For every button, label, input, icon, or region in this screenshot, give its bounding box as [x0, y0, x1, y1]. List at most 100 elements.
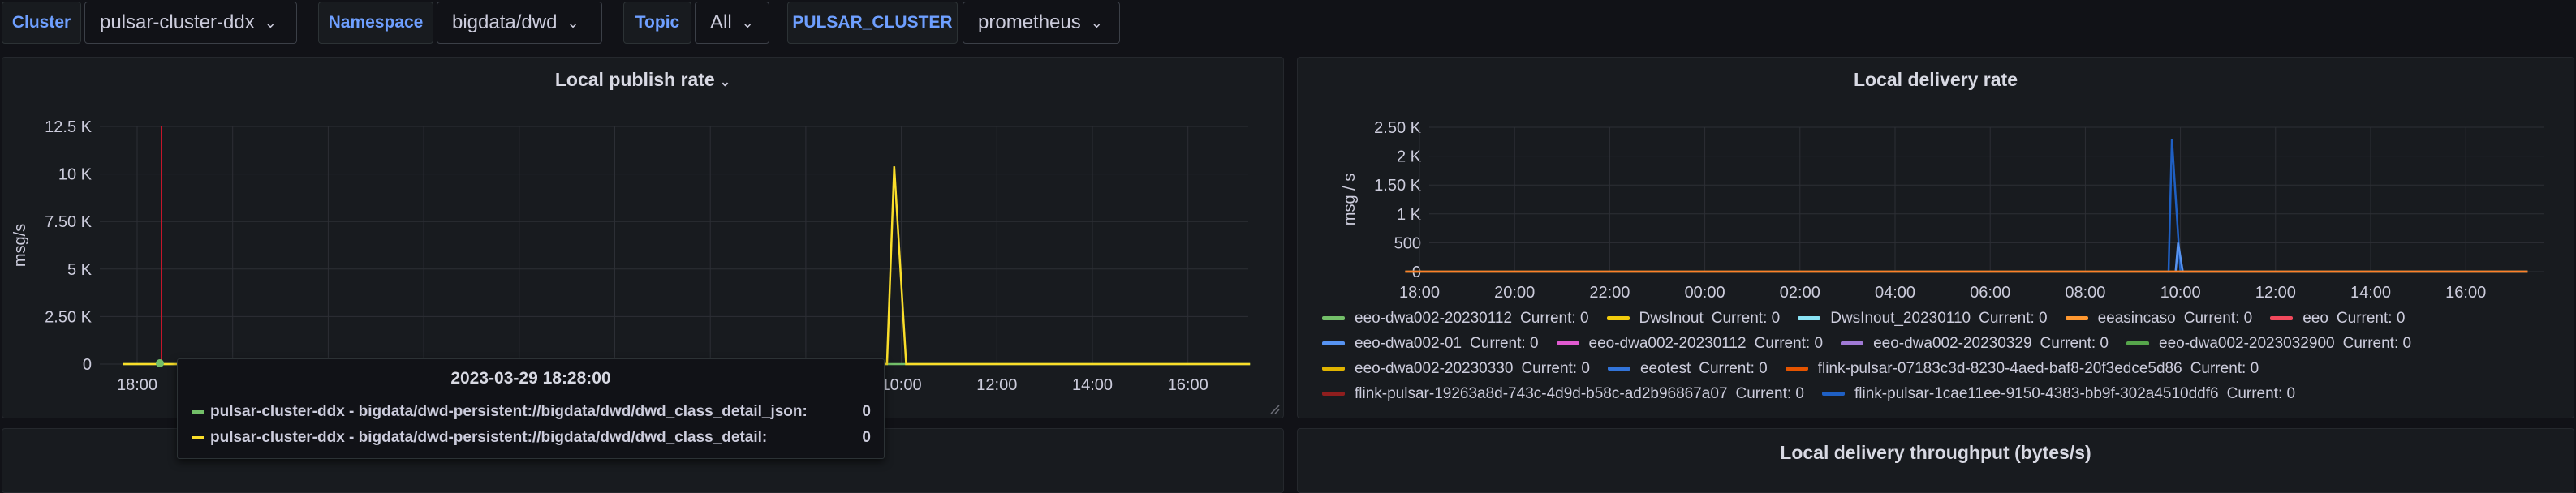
legend-current-value: Current: 0 [1470, 334, 1539, 352]
panel-delivery-throughput: Local delivery throughput (bytes/s) [1297, 428, 2574, 493]
legend-item[interactable]: eeo-dwa002-20230112 Current: 0 [1322, 310, 1589, 328]
pulsar-cluster-select[interactable]: prometheus ⌄ [963, 2, 1120, 44]
x-tick-label: 06:00 [1970, 284, 2010, 301]
legend-swatch [1322, 367, 1345, 371]
resize-handle-icon[interactable] [1269, 403, 1280, 414]
legend-item[interactable]: flink-pulsar-1cae11ee-9150-4383-bb9f-302… [1822, 385, 2295, 403]
legend-item[interactable]: flink-pulsar-07183c3d-8230-4aed-baf8-20f… [1785, 359, 2259, 378]
y-axis-label: msg / s [1341, 174, 1359, 225]
x-tick-label: 16:00 [1168, 376, 1208, 394]
x-tick-label: 16:00 [2445, 284, 2486, 301]
topic-select-value: All [710, 11, 732, 33]
legend-item[interactable]: eeo-dwa002-20230112 Current: 0 [1556, 334, 1824, 353]
y-tick-label: 2.50 K [45, 308, 92, 326]
y-tick-label: 1.50 K [1374, 177, 1421, 195]
legend-item[interactable]: eeo-dwa002-2023032900 Current: 0 [2126, 335, 2411, 353]
legend-item[interactable]: flink-pulsar-19263a8d-743c-4d9d-b58c-ad2… [1322, 385, 1804, 403]
legend-item[interactable]: eeasincaso Current: 0 [2065, 309, 2253, 328]
namespace-select[interactable]: bigdata/dwd ⌄ [437, 2, 602, 44]
legend-current-value: Current: 0 [1735, 384, 1804, 402]
legend-row: eeo-dwa002-20230112 Current: 0 DwsInout Cur… [1322, 307, 2539, 332]
legend-item[interactable]: eeo Current: 0 [2270, 310, 2405, 328]
chevron-down-icon: ⌄ [566, 14, 579, 31]
legend-current-value: Current: 0 [2342, 334, 2412, 352]
legend-row: eeo-dwa002-20230330 Current: 0 eeotest Curr… [1322, 358, 2539, 383]
topic-select[interactable]: All ⌄ [695, 2, 769, 44]
legend-row: eeo-dwa002-01 Current: 0 eeo-dwa002-202301… [1322, 332, 2539, 358]
legend-current-value: Current: 0 [1754, 334, 1824, 352]
x-tick-label: 08:00 [2065, 284, 2105, 301]
variable-label-namespace: Namespace [318, 2, 433, 44]
legend-current-value: Current: 0 [2190, 359, 2259, 377]
y-tick-label: 10 K [58, 166, 93, 184]
legend-series-name: flink-pulsar-07183c3d-8230-4aed-baf8-20f… [1817, 359, 2182, 377]
legend-swatch [1606, 316, 1630, 320]
legend-item[interactable]: eeo-dwa002-20230330 Current: 0 [1322, 360, 1590, 378]
tooltip-row: pulsar-cluster-ddx - bigdata/dwd-persist… [192, 429, 871, 447]
y-tick-label: 1 K [1397, 206, 1422, 224]
legend-swatch [1822, 392, 1845, 396]
legend-swatch [1841, 341, 1864, 345]
delivery-rate-chart[interactable]: 05001 K1.50 K2 K2.50 K18:00 20:00 22:00 00:… [1298, 58, 2574, 301]
pulsar-cluster-select-value: prometheus [978, 11, 1081, 33]
legend-item[interactable]: DwsInout_20230110 Current: 0 [1798, 309, 2048, 328]
legend-current-value: Current: 0 [1699, 359, 1768, 377]
legend-swatch [192, 410, 204, 414]
series-line [123, 166, 1251, 366]
legend-series-name: eeasincaso [2097, 309, 2176, 327]
legend-swatch [2126, 341, 2149, 345]
legend-current-value: Current: 0 [2336, 309, 2406, 327]
variables-bar: Cluster pulsar-cluster-ddx ⌄ Namespace b… [0, 0, 2576, 47]
chevron-down-icon: ⌄ [1090, 14, 1103, 31]
legend-swatch [1798, 316, 1821, 320]
legend-swatch [2065, 316, 2088, 320]
legend-item[interactable]: eeotest Current: 0 [1607, 359, 1768, 378]
series-line [1405, 139, 2528, 273]
legend-series-name: eeo-dwa002-20230329 [1873, 334, 2032, 352]
legend-series-name: eeo-dwa002-20230112 [1588, 334, 1747, 352]
legend-swatch [192, 436, 204, 439]
panel-delivery-throughput-title[interactable]: Local delivery throughput (bytes/s) [1298, 442, 2574, 464]
tooltip-row: pulsar-cluster-ddx - bigdata/dwd-persist… [192, 403, 871, 421]
y-tick-label: 12.5 K [45, 118, 92, 136]
tooltip-series-value: 0 [862, 429, 871, 446]
x-tick-label: 14:00 [1072, 376, 1113, 394]
legend-current-value: Current: 0 [2226, 384, 2296, 402]
legend-swatch [1322, 341, 1345, 345]
legend-current-value: Current: 0 [1521, 359, 1590, 377]
chevron-down-icon: ⌄ [741, 14, 754, 31]
legend-current-value: Current: 0 [1520, 309, 1589, 327]
legend-current-value: Current: 0 [2040, 334, 2109, 352]
x-tick-label: 04:00 [1875, 284, 1915, 301]
x-tick-label: 18:00 [1399, 284, 1440, 301]
y-axis-label: msg/s [11, 224, 29, 267]
legend-series-name: eeo-dwa002-2023032900 [2159, 334, 2335, 352]
x-tick-label: 22:00 [1589, 284, 1630, 301]
x-tick-label: 12:00 [976, 376, 1017, 394]
legend-series-name: flink-pulsar-19263a8d-743c-4d9d-b58c-ad2… [1355, 384, 1728, 402]
variable-label-pulsar-cluster: PULSAR_CLUSTER [787, 2, 958, 44]
x-tick-label: 20:00 [1494, 284, 1535, 301]
legend-series-name: eeo-dwa002-20230112 [1355, 309, 1513, 327]
legend-series-name: eeo-dwa002-01 [1355, 334, 1462, 352]
y-tick-label: 500 [1394, 234, 1421, 252]
x-tick-label: 00:00 [1685, 284, 1725, 301]
legend-current-value: Current: 0 [2183, 309, 2253, 327]
legend-series-name: DwsInout_20230110 [1830, 309, 1971, 327]
x-tick-label: 10:00 [881, 376, 922, 394]
tooltip-series-value: 0 [862, 403, 871, 420]
legend-current-value: Current: 0 [1979, 309, 2048, 327]
legend-row: flink-pulsar-19263a8d-743c-4d9d-b58c-ad2… [1322, 383, 2539, 408]
cluster-select-value: pulsar-cluster-ddx [100, 11, 255, 33]
y-tick-label: 2.50 K [1374, 119, 1421, 137]
y-tick-label: 7.50 K [45, 213, 92, 231]
legend-swatch [1556, 341, 1579, 345]
legend-item[interactable]: eeo-dwa002-20230329 Current: 0 [1841, 335, 2109, 353]
cluster-select[interactable]: pulsar-cluster-ddx ⌄ [84, 2, 297, 44]
legend-item[interactable]: DwsInout Current: 0 [1606, 310, 1780, 328]
tooltip-series-name: pulsar-cluster-ddx - bigdata/dwd-persist… [210, 403, 808, 420]
hover-point [156, 359, 164, 367]
legend-item[interactable]: eeo-dwa002-01 Current: 0 [1322, 335, 1539, 353]
tooltip-time: 2023-03-29 18:28:00 [450, 369, 611, 388]
chart-tooltip: 2023-03-29 18:28:00 pulsar-cluster-ddx -… [177, 358, 885, 459]
